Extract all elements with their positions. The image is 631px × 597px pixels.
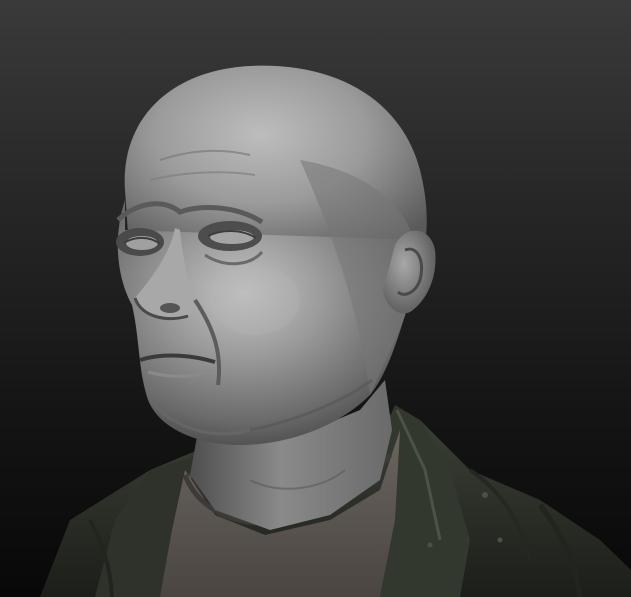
render-viewport [0,0,631,597]
sculpt-render [40,65,631,597]
